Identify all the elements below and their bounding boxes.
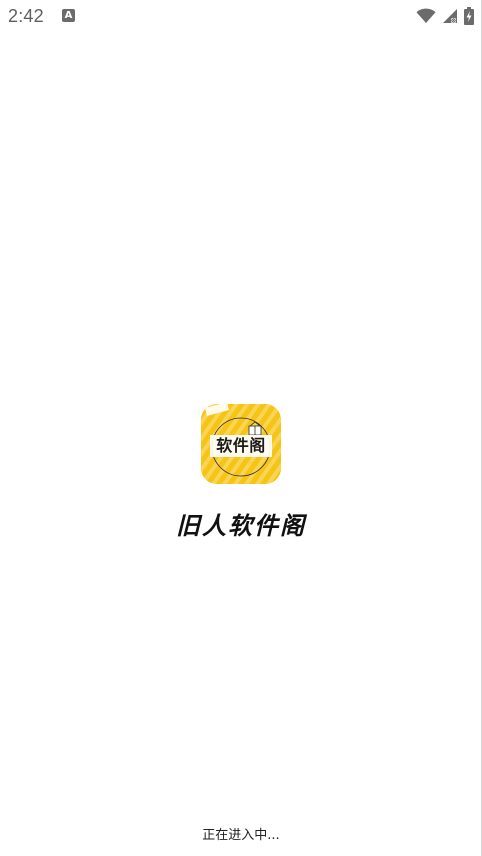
status-icons (416, 6, 474, 26)
wifi-icon (416, 8, 436, 24)
status-bar: 2:42 A (0, 0, 482, 34)
splash-screen: 2:42 A 软件阁 旧人软件阁 正在进入中... (0, 0, 482, 856)
logo-text: 软件阁 (216, 436, 266, 455)
a-letter-icon: A (62, 9, 75, 22)
notification-letter: A (64, 10, 73, 21)
battery-charging-icon (464, 7, 474, 25)
cell-signal-no-data-icon (442, 8, 458, 24)
app-name: 旧人软件阁 (176, 511, 306, 540)
loading-status-text: 正在进入中... (202, 828, 280, 843)
app-logo: 软件阁 (201, 404, 281, 484)
status-time: 2:42 (8, 6, 44, 26)
